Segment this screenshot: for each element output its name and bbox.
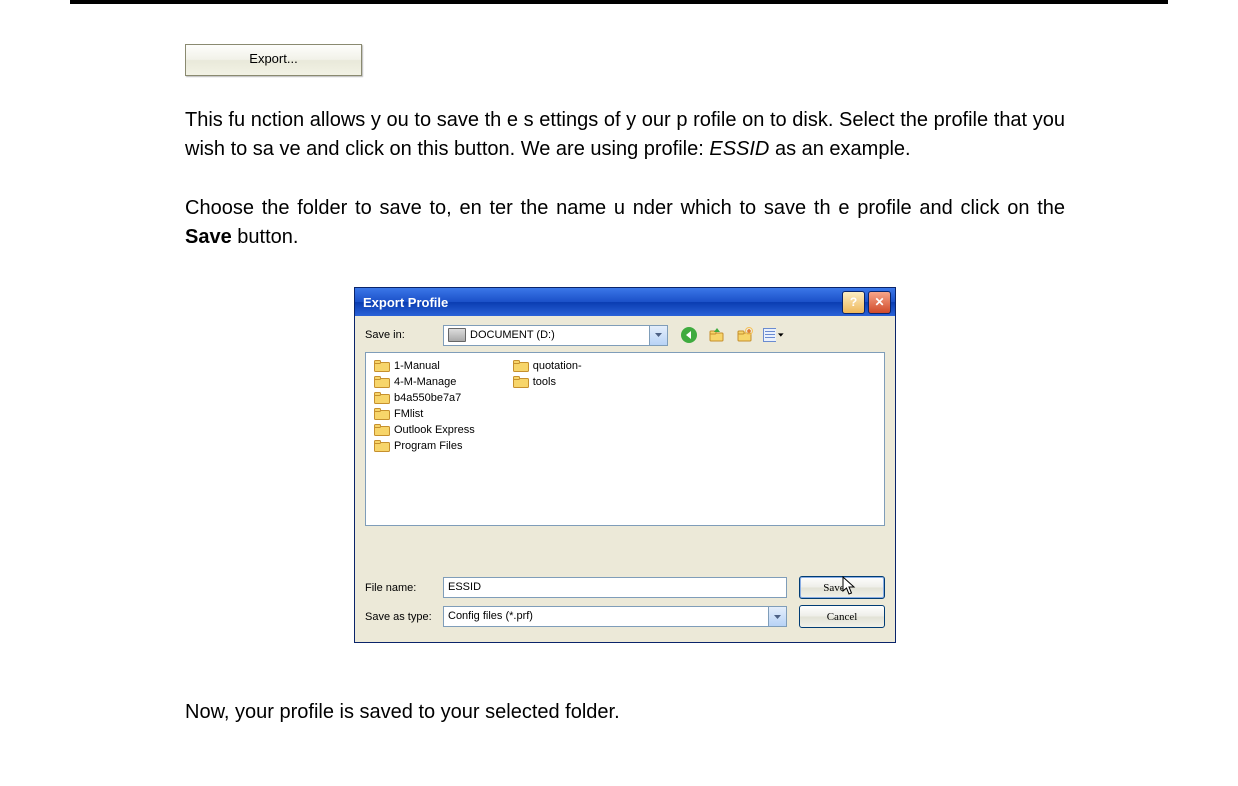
cancel-button[interactable]: Cancel <box>799 605 885 628</box>
file-list-col-2: quotation-tools <box>513 359 582 388</box>
save-as-type-value: Config files (*.prf) <box>448 610 533 622</box>
folder-item[interactable]: tools <box>513 375 582 388</box>
dialog-bottom-rows: File name: ESSID Save Save as type: Conf <box>365 536 885 628</box>
paragraph-1-text-a: This fu nction allows y ou to save th e … <box>185 109 1065 160</box>
export-button-illustration: Export... <box>185 44 362 76</box>
folder-item[interactable]: quotation- <box>513 359 582 372</box>
save-button[interactable]: Save <box>799 576 885 599</box>
close-button[interactable]: ✕ <box>868 291 891 314</box>
dialog-titlebar[interactable]: Export Profile ? ✕ <box>355 288 895 316</box>
folder-item[interactable]: Outlook Express <box>374 423 475 436</box>
file-name-input[interactable]: ESSID <box>443 577 787 598</box>
folder-label: tools <box>533 376 556 388</box>
paragraph-2-bold: Save <box>185 226 232 248</box>
paragraph-2-text-a: Choose the folder to save to, en ter the… <box>185 197 1065 219</box>
save-in-label: Save in: <box>365 329 443 341</box>
folder-label: quotation- <box>533 360 582 372</box>
document-page: Export... This fu nction allows y ou to … <box>0 0 1238 786</box>
export-profile-dialog: Export Profile ? ✕ Save in: DOCUMENT (D:… <box>354 287 896 643</box>
combo-dropdown-icon[interactable] <box>768 607 786 626</box>
folder-label: FMlist <box>394 408 423 420</box>
folder-item[interactable]: 1-Manual <box>374 359 475 372</box>
paragraph-2-text-b: button. <box>232 226 299 248</box>
help-button[interactable]: ? <box>842 291 865 314</box>
save-as-type-row: Save as type: Config files (*.prf) Cance… <box>365 605 885 628</box>
file-name-label: File name: <box>365 582 443 594</box>
paragraph-2: Choose the folder to save to, en ter the… <box>185 194 1065 252</box>
combo-dropdown-icon[interactable] <box>649 326 667 345</box>
back-icon <box>680 326 698 344</box>
paragraph-1: This fu nction allows y ou to save th e … <box>185 106 1065 164</box>
folder-label: 4-M-Manage <box>394 376 456 388</box>
content: Export... This fu nction allows y ou to … <box>185 44 1065 727</box>
folder-item[interactable]: b4a550be7a7 <box>374 391 475 404</box>
drive-icon <box>448 328 466 342</box>
header-rule <box>70 0 1168 4</box>
file-name-row: File name: ESSID Save <box>365 576 885 599</box>
file-list-pane[interactable]: 1-Manual 4-M-Manage b4a550be7a7 FMlist Outlo… <box>365 352 885 526</box>
up-folder-icon <box>708 326 726 344</box>
nav-buttons <box>678 324 784 346</box>
chevron-down-icon <box>778 333 784 337</box>
save-in-row: Save in: DOCUMENT (D:) <box>365 324 885 346</box>
save-in-combo[interactable]: DOCUMENT (D:) <box>443 325 668 346</box>
folder-label: Program Files <box>394 440 462 452</box>
save-as-type-combo[interactable]: Config files (*.prf) <box>443 606 787 627</box>
folder-item[interactable]: FMlist <box>374 407 475 420</box>
folder-item[interactable]: 4-M-Manage <box>374 375 475 388</box>
views-menu-button[interactable] <box>762 324 784 346</box>
dialog-body: Save in: DOCUMENT (D:) <box>355 316 895 642</box>
save-in-value: DOCUMENT (D:) <box>470 329 555 341</box>
paragraph-3: Now, your profile is saved to your selec… <box>185 698 1065 727</box>
folder-label: Outlook Express <box>394 424 475 436</box>
views-icon <box>762 327 776 343</box>
folder-label: 1-Manual <box>394 360 440 372</box>
new-folder-icon <box>736 326 754 344</box>
paragraph-1-text-b: as an example. <box>769 138 910 160</box>
back-button[interactable] <box>678 324 700 346</box>
dialog-title: Export Profile <box>359 295 839 310</box>
save-as-type-label: Save as type: <box>365 611 443 623</box>
cursor-icon <box>841 576 857 596</box>
paragraph-1-italic: ESSID <box>709 138 769 160</box>
new-folder-button[interactable] <box>734 324 756 346</box>
up-one-level-button[interactable] <box>706 324 728 346</box>
folder-label: b4a550be7a7 <box>394 392 461 404</box>
file-list-col-1: 1-Manual 4-M-Manage b4a550be7a7 FMlist Outlo… <box>374 359 475 452</box>
folder-item[interactable]: Program Files <box>374 439 475 452</box>
